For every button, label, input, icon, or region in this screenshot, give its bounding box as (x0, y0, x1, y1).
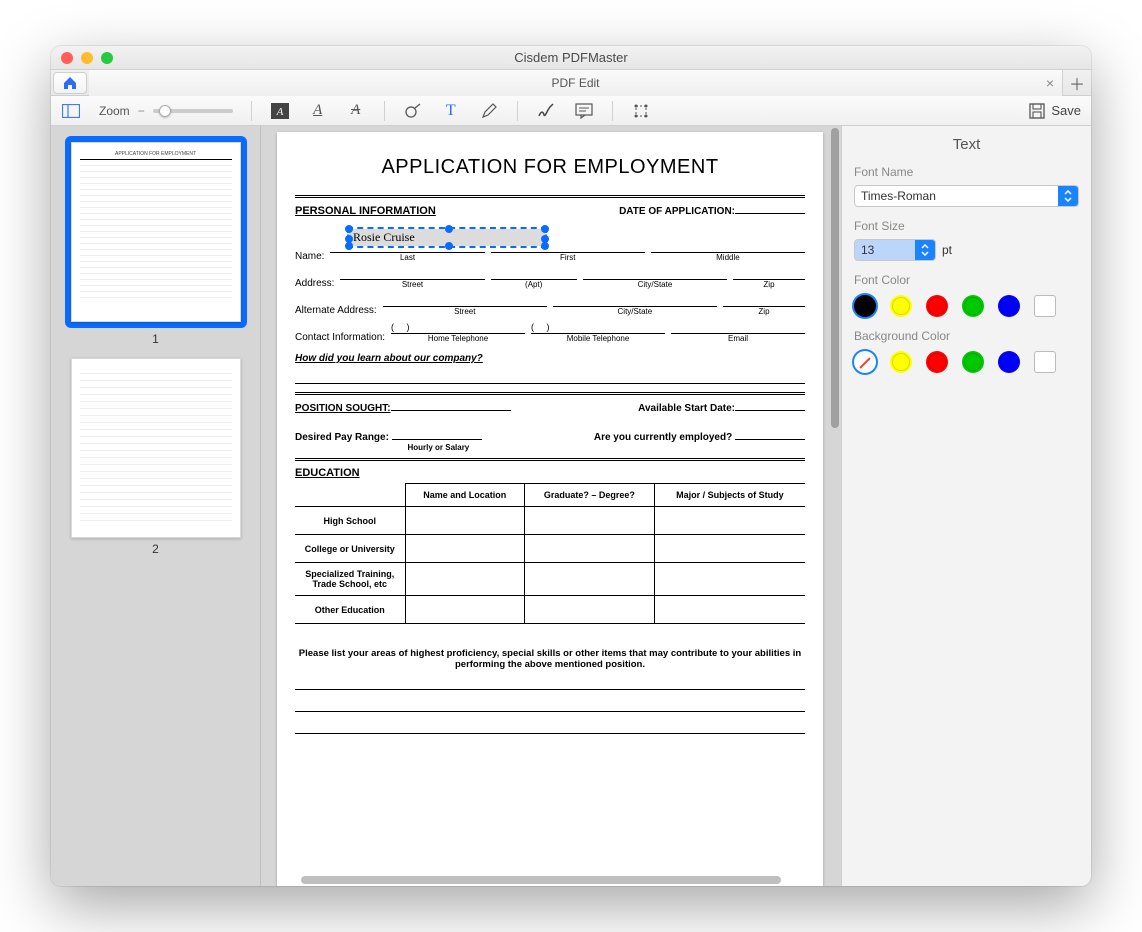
zoom-control: Zoom − (99, 104, 233, 118)
tab-close-icon[interactable]: × (1046, 75, 1054, 91)
text-tool-icon[interactable]: T (441, 101, 461, 121)
bg-color-green[interactable] (962, 351, 984, 373)
font-color-black[interactable] (854, 295, 876, 317)
minimize-window-button[interactable] (81, 52, 93, 64)
thumb-label: 1 (152, 332, 159, 346)
titlebar: Cisdem PDFMaster (51, 46, 1091, 70)
save-label: Save (1051, 103, 1081, 118)
bg-color-yellow[interactable] (890, 351, 912, 373)
thumb-label: 2 (152, 542, 159, 556)
tab-pdf-edit[interactable]: PDF Edit × (89, 70, 1063, 96)
section-personal: PERSONAL INFORMATION (295, 205, 436, 217)
chevron-down-icon (915, 240, 935, 260)
pencil-icon[interactable] (479, 101, 499, 121)
window-title: Cisdem PDFMaster (51, 50, 1091, 65)
toolbar: Zoom − A A A T Save (51, 96, 1091, 126)
shape-icon[interactable] (403, 101, 423, 121)
new-tab-button[interactable]: ＋ (1063, 71, 1091, 95)
font-color-red[interactable] (926, 295, 948, 317)
comment-icon[interactable] (574, 101, 594, 121)
education-table: Name and Location Graduate? – Degree? Ma… (295, 483, 805, 624)
thumbnail-page-2[interactable]: 2 (71, 358, 241, 556)
svg-text:A: A (275, 106, 283, 118)
signature-icon[interactable] (536, 101, 556, 121)
selected-text-box[interactable]: Rosie Cruise (347, 227, 547, 248)
chevron-down-icon (1058, 186, 1078, 206)
document-title: APPLICATION FOR EMPLOYMENT (295, 156, 805, 179)
font-color-green[interactable] (962, 295, 984, 317)
font-size-unit: pt (942, 243, 952, 257)
tab-label: PDF Edit (551, 76, 599, 90)
bg-color-blue[interactable] (998, 351, 1020, 373)
font-color-custom[interactable] (1034, 295, 1056, 317)
bg-color-none[interactable] (854, 351, 876, 373)
font-color-label: Font Color (854, 273, 1079, 287)
close-window-button[interactable] (61, 52, 73, 64)
thumbnail-page-1[interactable]: APPLICATION FOR EMPLOYMENT 1 (71, 136, 241, 346)
crop-icon[interactable] (631, 101, 651, 121)
save-icon (1029, 103, 1045, 119)
bg-color-red[interactable] (926, 351, 948, 373)
window-controls (61, 52, 113, 64)
underline-icon[interactable]: A (308, 101, 328, 121)
font-size-label: Font Size (854, 219, 1079, 233)
font-name-select[interactable]: Times-Roman (854, 185, 1079, 207)
pdf-page: APPLICATION FOR EMPLOYMENT PERSONAL INFO… (277, 132, 823, 886)
font-size-select[interactable]: 13 (854, 239, 936, 261)
font-color-yellow[interactable] (890, 295, 912, 317)
sidebar-toggle-icon[interactable] (61, 101, 81, 121)
horizontal-scrollbar[interactable] (301, 876, 781, 884)
font-name-label: Font Name (854, 165, 1079, 179)
panel-title: Text (854, 136, 1079, 153)
font-color-blue[interactable] (998, 295, 1020, 317)
save-button[interactable]: Save (1029, 103, 1081, 119)
zoom-window-button[interactable] (101, 52, 113, 64)
zoom-label: Zoom (99, 104, 130, 118)
zoom-slider[interactable] (153, 109, 233, 113)
bg-color-label: Background Color (854, 329, 1079, 343)
thumbnail-sidebar: APPLICATION FOR EMPLOYMENT 1 2 (51, 126, 261, 886)
tabbar: PDF Edit × ＋ (51, 70, 1091, 96)
strikethrough-icon[interactable]: A (346, 101, 366, 121)
text-style-icon[interactable]: A (270, 101, 290, 121)
bg-color-custom[interactable] (1034, 351, 1056, 373)
document-canvas[interactable]: APPLICATION FOR EMPLOYMENT PERSONAL INFO… (261, 126, 841, 886)
vertical-scrollbar[interactable] (831, 128, 839, 428)
home-button[interactable] (53, 72, 87, 94)
app-window: Cisdem PDFMaster PDF Edit × ＋ Zoom − A A… (51, 46, 1091, 886)
properties-panel: Text Font Name Times-Roman Font Size 13 … (841, 126, 1091, 886)
